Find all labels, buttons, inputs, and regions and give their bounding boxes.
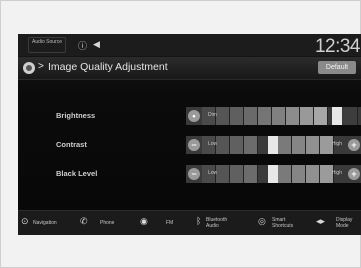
speaker-icon: ◀ [93, 39, 100, 49]
figure-frame: Audio Source ⓘ ◀ 12:34 > Image Quality A… [0, 0, 361, 268]
nav-phone[interactable]: ✆ Phone [80, 214, 124, 233]
nav-navigation[interactable]: ⊙ Navigation [21, 214, 69, 233]
nav-smart-shortcuts[interactable]: ◎ Smart Shortcuts [258, 214, 300, 233]
brightness-label: Brightness [56, 111, 96, 120]
black-level-row: Black Level − + Low High [18, 163, 361, 185]
black-level-indicator [268, 165, 278, 183]
shortcuts-icon: ◎ [258, 216, 266, 226]
black-level-high-label: High [331, 170, 342, 176]
audio-source-label: Audio Source [31, 39, 63, 45]
contrast-low-label: Low [208, 141, 218, 147]
nav-fm[interactable]: ◉ FM [140, 214, 180, 233]
nav-bluetooth-audio-label: Bluetooth Audio [206, 217, 228, 229]
black-level-increase-button[interactable]: + [348, 168, 360, 180]
black-level-low-label: Low [208, 170, 218, 176]
black-level-label: Black Level [56, 169, 98, 178]
bluetooth-icon: ᛒ [196, 216, 202, 226]
brightness-row: Brightness • Dim [18, 105, 361, 127]
contrast-label: Contrast [56, 140, 87, 149]
nav-display-mode-label: Display Mode [336, 217, 353, 229]
contrast-slider[interactable]: − + Low High [186, 136, 361, 154]
page-title: Image Quality Adjustment [48, 61, 168, 73]
nav-smart-shortcuts-label: Smart Shortcuts [272, 217, 294, 229]
display-mode-icon: ◂▸ [316, 216, 326, 226]
home-icon[interactable] [23, 62, 35, 74]
audio-source-button[interactable]: Audio Source [28, 37, 66, 53]
contrast-row: Contrast − + Low High [18, 134, 361, 156]
nav-bluetooth-audio[interactable]: ᛒ Bluetooth Audio [196, 214, 238, 233]
info-icon: ⓘ [78, 41, 88, 51]
navigation-icon: ⊙ [21, 216, 29, 226]
nav-display-mode[interactable]: ◂▸ Display Mode [316, 214, 360, 233]
brightness-decrease-button[interactable]: • [188, 110, 200, 122]
bottom-nav-bar: ⊙ Navigation ✆ Phone ◉ FM ᛒ Bluetooth Au… [18, 210, 361, 235]
display-screen: Audio Source ⓘ ◀ 12:34 > Image Quality A… [18, 34, 361, 235]
title-bar: > Image Quality Adjustment Default [18, 57, 361, 80]
brightness-low-label: Dim [208, 112, 217, 118]
contrast-decrease-button[interactable]: − [188, 139, 200, 151]
nav-phone-label: Phone [100, 220, 115, 226]
nav-navigation-label: Navigation [33, 220, 57, 226]
breadcrumb-separator: > [38, 61, 44, 72]
radio-icon: ◉ [140, 216, 148, 226]
nav-fm-label: FM [166, 220, 174, 226]
contrast-increase-button[interactable]: + [348, 139, 360, 151]
brightness-level-indicator [332, 107, 342, 125]
black-level-decrease-button[interactable]: − [188, 168, 200, 180]
phone-icon: ✆ [80, 216, 88, 226]
contrast-high-label: High [331, 141, 342, 147]
black-level-slider[interactable]: − + Low High [186, 165, 361, 183]
status-bar: Audio Source ⓘ ◀ 12:34 [18, 34, 361, 57]
clock: 12:34 [314, 36, 361, 57]
brightness-slider[interactable]: • Dim [186, 107, 361, 125]
contrast-level-indicator [268, 136, 278, 154]
default-button[interactable]: Default [318, 61, 356, 74]
